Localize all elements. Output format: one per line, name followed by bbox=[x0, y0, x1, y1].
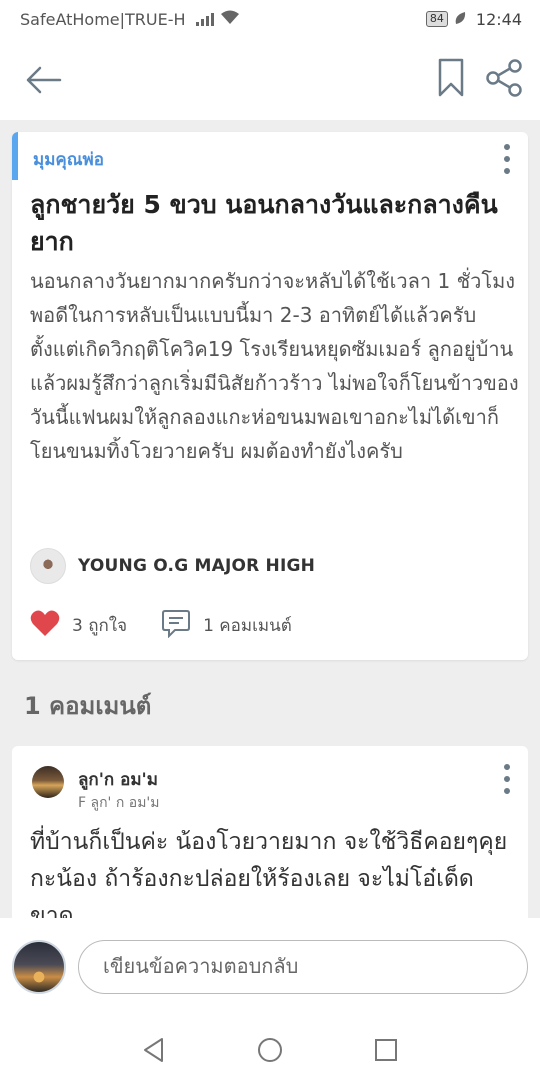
system-nav-bar bbox=[0, 1018, 540, 1080]
reply-input[interactable]: เขียนข้อความตอบกลับ bbox=[78, 940, 528, 994]
nav-recents-icon[interactable] bbox=[372, 1036, 400, 1064]
battery-icon: 84 bbox=[425, 11, 448, 27]
category-accent-bar bbox=[12, 132, 18, 180]
user-avatar bbox=[12, 940, 66, 994]
reply-bar: เขียนข้อความตอบกลับ bbox=[0, 918, 540, 1018]
post-category[interactable]: มุมคุณพ่อ bbox=[33, 146, 104, 173]
commenter-name[interactable]: ลูก'ก อม'ม bbox=[78, 766, 158, 793]
more-options-icon[interactable] bbox=[502, 144, 512, 174]
comment-button[interactable]: 1 คอมเมนต์ bbox=[161, 608, 292, 642]
bookmark-icon[interactable] bbox=[436, 58, 466, 98]
signal-icon bbox=[195, 12, 214, 26]
wifi-icon bbox=[220, 9, 240, 29]
post-card: มุมคุณพ่อ ลูกชายวัย 5 ขวบ นอนกลางวันและก… bbox=[12, 132, 528, 660]
like-button[interactable]: 3 ถูกใจ bbox=[30, 609, 127, 641]
commenter-subname: F ลูก' ก อม'ม bbox=[78, 795, 160, 811]
author-avatar[interactable] bbox=[30, 548, 66, 584]
status-bar: SafeAtHome|TRUE-H 84 12:44 bbox=[0, 0, 540, 38]
author-name[interactable]: YOUNG O.G MAJOR HIGH bbox=[78, 556, 315, 576]
heart-icon bbox=[30, 609, 60, 641]
top-app-bar bbox=[0, 38, 540, 120]
post-actions: 3 ถูกใจ 1 คอมเมนต์ bbox=[30, 608, 292, 642]
commenter-avatar[interactable] bbox=[32, 766, 64, 798]
post-body: นอนกลางวันยากมากครับกว่าจะหลับได้ใช้เวลา… bbox=[30, 269, 519, 463]
comment-more-options-icon[interactable] bbox=[502, 764, 512, 794]
comment-card: ลูก'ก อม'ม F ลูก' ก อม'ม ที่บ้านก็เป็นค่… bbox=[12, 746, 528, 936]
comments-heading: 1 คอมเมนต์ bbox=[24, 692, 152, 720]
post-title: ลูกชายวัย 5 ขวบ นอนกลางวันและกลางคืนยาก bbox=[30, 190, 498, 256]
comment-count: 1 คอมเมนต์ bbox=[203, 615, 292, 636]
carrier-name: SafeAtHome|TRUE-H bbox=[20, 9, 186, 29]
back-arrow-icon[interactable] bbox=[24, 62, 64, 98]
clock-time: 12:44 bbox=[475, 9, 522, 29]
nav-back-icon[interactable] bbox=[140, 1036, 168, 1064]
nav-home-icon[interactable] bbox=[256, 1036, 284, 1064]
post-author[interactable]: YOUNG O.G MAJOR HIGH bbox=[30, 548, 315, 584]
like-count: 3 ถูกใจ bbox=[72, 615, 128, 636]
share-icon[interactable] bbox=[484, 58, 524, 98]
leaf-icon bbox=[454, 10, 466, 29]
comment-icon bbox=[161, 608, 191, 642]
